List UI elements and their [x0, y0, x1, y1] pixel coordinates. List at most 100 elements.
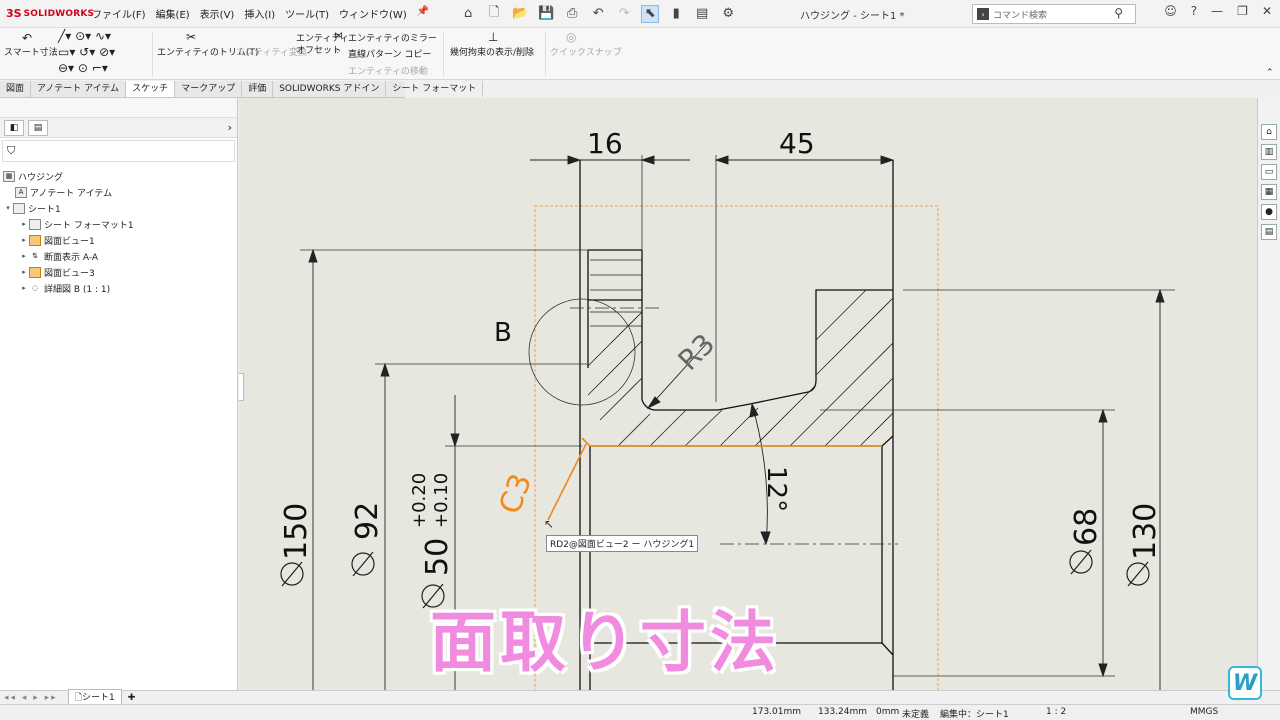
- menu-file[interactable]: ファイル(F): [92, 6, 146, 21]
- rectangle-icon[interactable]: ▭▾ ↺▾ ⊘▾: [58, 45, 115, 59]
- undo-icon[interactable]: ↶: [589, 5, 607, 23]
- tree-root[interactable]: ▦ ハウジング: [0, 168, 237, 184]
- solidworks-resources-icon[interactable]: ⌂: [1261, 124, 1277, 140]
- detail-circle: [528, 298, 636, 406]
- move-entities-button[interactable]: エンティティの移動: [348, 64, 428, 77]
- solidworks-logo[interactable]: 3S SOLIDWORKS: [0, 7, 94, 20]
- quick-snaps-button[interactable]: クイックスナップ: [550, 45, 622, 58]
- menu-view[interactable]: 表示(V): [200, 6, 235, 21]
- expand-icon[interactable]: ▸: [19, 236, 29, 244]
- expand-icon[interactable]: ▸: [19, 220, 29, 228]
- select-icon[interactable]: ⬉: [641, 4, 660, 23]
- close-button[interactable]: ✕: [1262, 4, 1272, 18]
- mirror-entities-button[interactable]: エンティティのミラー: [348, 31, 437, 44]
- menu-edit[interactable]: 編集(E): [156, 6, 190, 21]
- design-library-icon[interactable]: ▥: [1261, 144, 1277, 160]
- collapse-icon[interactable]: ▾: [3, 204, 13, 212]
- display-delete-relations-button[interactable]: 幾何拘束の表示/削除: [450, 45, 534, 58]
- tree-item-annotations[interactable]: A アノテート アイテム: [0, 184, 237, 200]
- status-editing: 編集中：シート1: [940, 710, 1009, 720]
- tab-addins[interactable]: SOLIDWORKS アドイン: [273, 81, 387, 97]
- add-sheet-icon[interactable]: ✚: [128, 693, 136, 703]
- status-units[interactable]: MMGS: [1190, 707, 1218, 717]
- tab-annotation[interactable]: アノテート アイテム: [31, 81, 127, 97]
- chamfer-dimension[interactable]: C3: [493, 469, 540, 519]
- section-view-icon: ⇅: [32, 252, 38, 260]
- tab-markup[interactable]: マークアップ: [175, 81, 243, 97]
- angle-dimension: 12°: [761, 466, 791, 512]
- file-properties-icon[interactable]: ▤: [693, 5, 711, 23]
- sheet-tab-bar: ◂◂ ◂ ▸ ▸▸ 🗋シート1 ✚: [0, 688, 1280, 707]
- tree-item-label: 図面ビュー3: [44, 268, 95, 279]
- command-search[interactable]: › コマンド検索 ⚲: [972, 4, 1136, 24]
- tab-sheet-format[interactable]: シート フォーマット: [386, 81, 484, 97]
- user-icon[interactable]: ☺: [1164, 4, 1177, 18]
- chevron-right-icon[interactable]: ›: [228, 121, 232, 134]
- tree-item-section[interactable]: ▸ ⇅ 断面表示 A-A: [0, 248, 237, 264]
- search-icon[interactable]: ⚲: [1114, 6, 1123, 20]
- window-controls: ☺ ? — ❐ ✕: [1164, 4, 1272, 18]
- status-scale[interactable]: 1 : 2: [1046, 707, 1066, 717]
- status-y: 133.24mm: [818, 707, 868, 717]
- panel-header: [0, 98, 237, 118]
- dimension-68: 68: [1069, 508, 1104, 546]
- tree-item-sheet[interactable]: ▾ シート1: [0, 200, 237, 216]
- save-icon[interactable]: 💾: [537, 5, 555, 23]
- selected-chamfer-edge[interactable]: [547, 437, 882, 521]
- property-manager-tab-icon[interactable]: ▤: [28, 119, 48, 136]
- tab-evaluate[interactable]: 評価: [242, 81, 274, 97]
- appearances-icon[interactable]: ●: [1261, 204, 1277, 220]
- menu-insert[interactable]: 挿入(I): [244, 6, 275, 21]
- open-icon[interactable]: 📂: [511, 5, 529, 23]
- tab-drawing[interactable]: 図面: [0, 81, 32, 97]
- trim-icon: ✂: [186, 30, 197, 44]
- line-icon[interactable]: ╱▾ ⊙▾ ∿▾: [58, 29, 111, 43]
- ribbon-expand-icon[interactable]: ⌃: [1266, 68, 1274, 78]
- restore-button[interactable]: ❐: [1237, 4, 1248, 18]
- rebuild-icon[interactable]: ▮: [667, 5, 685, 23]
- sheet-nav-arrows-icon[interactable]: ◂◂ ◂ ▸ ▸▸: [4, 693, 58, 703]
- view-palette-icon[interactable]: ▦: [1261, 184, 1277, 200]
- panel-splitter-handle[interactable]: [239, 373, 244, 401]
- terminal-icon: ›: [977, 8, 989, 20]
- tree-item-view1[interactable]: ▸ 図面ビュー1: [0, 232, 237, 248]
- expand-icon[interactable]: ▸: [19, 284, 29, 292]
- tree-item-detail[interactable]: ▸ ◌ 詳細図 B (1 : 1): [0, 280, 237, 296]
- tree-item-sheet-format[interactable]: ▸ シート フォーマット1: [0, 216, 237, 232]
- expand-icon[interactable]: ▸: [19, 252, 29, 260]
- status-x: 173.01mm: [752, 707, 802, 717]
- tree-item-label: 断面表示 A-A: [44, 252, 99, 263]
- print-icon[interactable]: ⎙: [563, 5, 581, 23]
- menu-tools[interactable]: ツール(T): [285, 6, 329, 21]
- drawing-canvas[interactable]: ⌕ ⌕ ⌕ ⌕ ↻ ▣ ▾ ◈ ▾ ● ▢ ◻ — ❐ ✕: [239, 98, 1257, 690]
- dimension-130: 130: [1128, 503, 1163, 560]
- smart-dimension-button[interactable]: スマート寸法: [4, 45, 58, 58]
- help-icon[interactable]: ?: [1191, 4, 1197, 18]
- linear-pattern-button[interactable]: 直線パターン コピー: [348, 47, 431, 60]
- feature-manager-tab-icon[interactable]: ◧: [4, 119, 24, 136]
- expand-icon[interactable]: ▸: [19, 268, 29, 276]
- file-explorer-icon[interactable]: ▭: [1261, 164, 1277, 180]
- section-hatch: [587, 259, 894, 447]
- window-title: ハウジング - シート1 *: [800, 11, 905, 22]
- home-icon[interactable]: ⌂: [459, 5, 477, 23]
- tree-item-label: シート1: [28, 204, 61, 215]
- filter-icon[interactable]: ⛉: [2, 140, 235, 162]
- tolerance-lower: +0.10: [431, 473, 452, 528]
- menu-window[interactable]: ウィンドウ(W): [339, 6, 407, 21]
- tree-item-label: シート フォーマット1: [44, 220, 134, 231]
- new-document-icon[interactable]: 🗋: [485, 5, 503, 23]
- command-manager-ribbon: ↶ スマート寸法 ╱▾ ⊙▾ ∿▾ ▭▾ ↺▾ ⊘▾ ⊖▾ ⊙ ⌐▾ ✂ エンテ…: [0, 28, 1280, 80]
- custom-properties-icon[interactable]: ▤: [1261, 224, 1277, 240]
- minimize-button[interactable]: —: [1211, 4, 1223, 18]
- dimension-16: 16: [587, 127, 623, 160]
- tab-sketch[interactable]: スケッチ: [126, 81, 176, 97]
- smart-dimension-icon[interactable]: ↶: [22, 31, 32, 45]
- slot-icon[interactable]: ⊖▾ ⊙ ⌐▾: [58, 61, 108, 75]
- title-bar: 3S SOLIDWORKS ファイル(F) 編集(E) 表示(V) 挿入(I) …: [0, 0, 1280, 28]
- redo-icon[interactable]: ↷: [615, 5, 633, 23]
- tree-item-view3[interactable]: ▸ 図面ビュー3: [0, 264, 237, 280]
- pin-icon[interactable]: 📌: [417, 6, 429, 21]
- options-icon[interactable]: ⚙: [719, 5, 737, 23]
- relations-icon: ⊥: [488, 30, 499, 44]
